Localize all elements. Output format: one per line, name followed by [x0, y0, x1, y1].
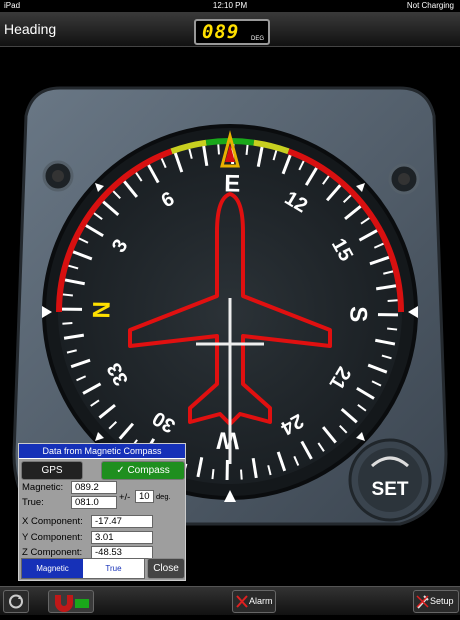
- z-component-label: Z Component:: [22, 547, 82, 558]
- y-component-label: Y Component:: [22, 532, 83, 543]
- tick-mark: [388, 300, 398, 301]
- tick-mark: [247, 145, 248, 155]
- magnetic-field[interactable]: 089.2: [71, 481, 117, 494]
- tick-mark: [62, 323, 72, 324]
- compass-label: S: [344, 306, 371, 322]
- setup-label: Setup: [430, 591, 454, 612]
- tick-mark: [241, 470, 242, 480]
- compass-label: N: [88, 301, 115, 319]
- tick-mark: [218, 144, 219, 154]
- x-component-field[interactable]: -17.47: [91, 515, 153, 528]
- deg-label: deg.: [156, 492, 171, 501]
- battery-status: Not Charging: [407, 0, 454, 12]
- y-component-field[interactable]: 3.01: [91, 531, 153, 544]
- compass-label: W: [216, 426, 239, 453]
- true-label: True:: [22, 497, 44, 508]
- top-bar: Heading 089 DEG: [0, 12, 460, 47]
- bottom-toolbar: Alarm Setup: [0, 586, 460, 615]
- close-button[interactable]: Close: [147, 558, 185, 579]
- magnetic-segment[interactable]: Magnetic: [22, 559, 83, 578]
- tick-mark: [387, 329, 397, 330]
- refresh-icon: [4, 591, 28, 612]
- page-title: Heading: [4, 21, 56, 37]
- set-knob[interactable]: SET: [350, 440, 430, 520]
- magnetic-label: Magnetic:: [22, 482, 63, 493]
- heading-unit: DEG: [251, 36, 264, 42]
- screw-tr: [390, 165, 418, 193]
- compass-source-button[interactable]: [48, 590, 94, 613]
- offset-field[interactable]: 10: [135, 490, 154, 503]
- gps-button[interactable]: GPS: [21, 461, 83, 480]
- heading-readout: 089 DEG: [194, 19, 270, 45]
- screw-tl: [44, 162, 72, 190]
- setup-button[interactable]: Setup: [413, 590, 459, 613]
- alarm-icon: [235, 591, 249, 612]
- refresh-button[interactable]: [3, 590, 29, 613]
- tick-mark: [63, 294, 73, 295]
- clock: 12:10 PM: [0, 0, 460, 12]
- plus-minus-label: +/-: [119, 492, 130, 503]
- compass-button[interactable]: ✓ Compass: [101, 461, 185, 480]
- x-component-label: X Component:: [22, 516, 83, 527]
- compass-data-panel: Data from Magnetic Compass GPS ✓ Compass…: [18, 443, 186, 581]
- north-reference-toggle: Magnetic True: [21, 558, 145, 579]
- alarm-button[interactable]: Alarm: [232, 590, 276, 613]
- heading-value: 089: [202, 21, 239, 43]
- panel-title: Data from Magnetic Compass: [19, 444, 185, 459]
- true-field[interactable]: 081.0: [71, 496, 117, 509]
- set-label: SET: [372, 479, 409, 500]
- tick-mark: [212, 469, 213, 479]
- status-bar: iPad 12:10 PM Not Charging: [0, 0, 460, 12]
- wrench-icon: [415, 591, 431, 612]
- true-segment[interactable]: True: [83, 559, 144, 578]
- alarm-label: Alarm: [249, 591, 273, 612]
- magnet-icon: [49, 591, 93, 612]
